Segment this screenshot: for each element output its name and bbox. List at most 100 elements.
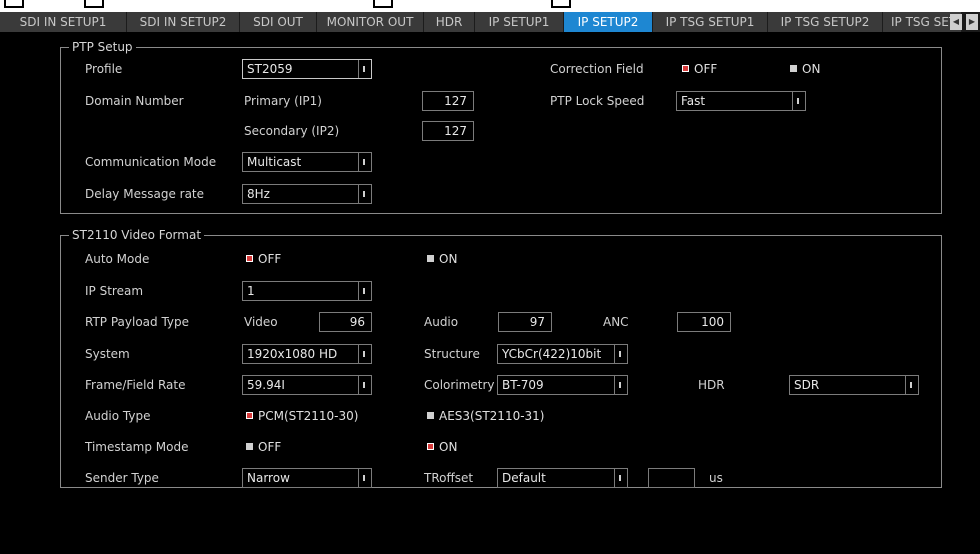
rtp-anc-label: ANC (603, 315, 629, 329)
correction-field-label: Correction Field (550, 62, 644, 76)
dropdown-arrow-icon (358, 345, 371, 363)
dropdown-arrow-icon (358, 469, 371, 487)
correction-field-on-radio[interactable]: ON (790, 62, 820, 76)
system-value: 1920x1080 HD (247, 347, 338, 361)
timestamp-mode-off-radio[interactable]: OFF (246, 440, 281, 454)
rtp-audio-input[interactable]: 97 (498, 312, 552, 332)
tab-ip-setup2[interactable]: IP SETUP2 (564, 12, 653, 32)
communication-mode-select[interactable]: Multicast (242, 152, 372, 172)
tab-scroll-left-icon[interactable]: ◀ (950, 14, 962, 30)
top-frame-box (84, 0, 104, 8)
delay-message-rate-select[interactable]: 8Hz (242, 184, 372, 204)
auto-mode-on-radio[interactable]: ON (427, 252, 457, 266)
colorimetry-label: Colorimetry (424, 378, 495, 392)
dropdown-arrow-icon (614, 376, 627, 394)
tab-ip-setup1[interactable]: IP SETUP1 (475, 12, 564, 32)
ptp-lock-speed-label: PTP Lock Speed (550, 94, 645, 108)
ptp-lock-speed-select[interactable]: Fast (676, 91, 806, 111)
dropdown-arrow-icon (358, 60, 371, 78)
sender-type-value: Narrow (247, 471, 290, 485)
tab-sdi-out[interactable]: SDI OUT (240, 12, 317, 32)
radio-unchecked-icon (246, 443, 253, 450)
sender-type-label: Sender Type (85, 471, 159, 485)
frame-field-rate-select[interactable]: 59.94I (242, 375, 372, 395)
troffset-us-input[interactable] (648, 468, 695, 488)
rtp-audio-label: Audio (424, 315, 459, 329)
hdr-label: HDR (698, 378, 725, 392)
radio-checked-icon (246, 255, 253, 262)
top-frame-box (4, 0, 24, 8)
radio-unchecked-icon (790, 65, 797, 72)
rtp-anc-input[interactable]: 100 (677, 312, 731, 332)
troffset-select[interactable]: Default (497, 468, 628, 488)
timestamp-off-text: OFF (258, 440, 282, 454)
dropdown-arrow-icon (358, 153, 371, 171)
hdr-select[interactable]: SDR (789, 375, 919, 395)
audio-type-pcm-radio[interactable]: PCM(ST2110-30) (246, 409, 358, 423)
auto-mode-off-radio[interactable]: OFF (246, 252, 281, 266)
sender-type-select[interactable]: Narrow (242, 468, 372, 488)
correction-on-text: ON (802, 62, 821, 76)
timestamp-on-text: ON (439, 440, 458, 454)
auto-mode-label: Auto Mode (85, 252, 150, 266)
tab-bar: SDI IN SETUP1 SDI IN SETUP2 SDI OUT MONI… (0, 12, 980, 32)
top-frame-box (373, 0, 393, 8)
tab-ip-tsg-setup1[interactable]: IP TSG SETUP1 (653, 12, 768, 32)
correction-field-off-radio[interactable]: OFF (682, 62, 717, 76)
audio-pcm-text: PCM(ST2110-30) (258, 409, 359, 423)
communication-mode-value: Multicast (247, 155, 302, 169)
rtp-payload-type-label: RTP Payload Type (85, 315, 190, 329)
audio-aes3-text: AES3(ST2110-31) (439, 409, 545, 423)
dropdown-arrow-icon (358, 376, 371, 394)
tab-sdi-in-setup2[interactable]: SDI IN SETUP2 (127, 12, 240, 32)
dropdown-arrow-icon (905, 376, 918, 394)
auto-mode-on-text: ON (439, 252, 458, 266)
correction-off-text: OFF (694, 62, 718, 76)
structure-select[interactable]: YCbCr(422)10bit (497, 344, 628, 364)
radio-checked-icon (246, 412, 253, 419)
st2110-video-format-legend: ST2110 Video Format (72, 228, 202, 242)
delay-message-rate-value: 8Hz (247, 187, 270, 201)
tab-monitor-out[interactable]: MONITOR OUT (317, 12, 424, 32)
tab-sdi-in-setup1[interactable]: SDI IN SETUP1 (0, 12, 127, 32)
structure-label: Structure (424, 347, 480, 361)
structure-value: YCbCr(422)10bit (502, 347, 602, 361)
profile-select[interactable]: ST2059 (242, 59, 372, 79)
frame-field-rate-value: 59.94I (247, 378, 285, 392)
radio-unchecked-icon (427, 255, 434, 262)
timestamp-mode-label: Timestamp Mode (85, 440, 189, 454)
ip-stream-value: 1 (247, 284, 255, 298)
troffset-value: Default (502, 471, 546, 485)
delay-message-rate-label: Delay Message rate (85, 187, 205, 201)
dropdown-arrow-icon (358, 185, 371, 203)
hdr-value: SDR (794, 378, 820, 392)
domain-number-label: Domain Number (85, 94, 184, 108)
dropdown-arrow-icon (792, 92, 805, 110)
radio-checked-icon (427, 443, 434, 450)
dropdown-arrow-icon (614, 469, 627, 487)
communication-mode-label: Communication Mode (85, 155, 217, 169)
rtp-video-label: Video (244, 315, 278, 329)
colorimetry-value: BT-709 (502, 378, 544, 392)
rtp-video-input[interactable]: 96 (319, 312, 372, 332)
system-select[interactable]: 1920x1080 HD (242, 344, 372, 364)
ip-stream-select[interactable]: 1 (242, 281, 372, 301)
radio-unchecked-icon (427, 412, 434, 419)
frame-field-rate-label: Frame/Field Rate (85, 378, 186, 392)
audio-type-aes3-radio[interactable]: AES3(ST2110-31) (427, 409, 545, 423)
tab-scroll-right-icon[interactable]: ▶ (966, 14, 978, 30)
audio-type-label: Audio Type (85, 409, 151, 423)
tab-ip-tsg-setup2[interactable]: IP TSG SETUP2 (768, 12, 883, 32)
timestamp-mode-on-radio[interactable]: ON (427, 440, 457, 454)
colorimetry-select[interactable]: BT-709 (497, 375, 628, 395)
tab-hdr[interactable]: HDR (424, 12, 475, 32)
primary-ip1-label: Primary (IP1) (244, 94, 322, 108)
secondary-domain-input[interactable]: 127 (422, 121, 474, 141)
primary-domain-input[interactable]: 127 (422, 91, 474, 111)
secondary-ip2-label: Secondary (IP2) (244, 124, 340, 138)
auto-mode-off-text: OFF (258, 252, 282, 266)
system-label: System (85, 347, 130, 361)
ip-stream-label: IP Stream (85, 284, 144, 298)
profile-value: ST2059 (247, 62, 293, 76)
troffset-label: TRoffset (424, 471, 474, 485)
